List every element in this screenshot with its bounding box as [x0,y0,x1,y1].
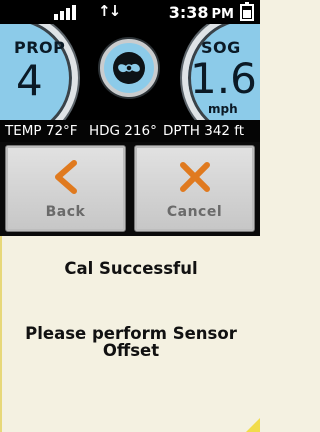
back-button-label: Back [45,204,86,220]
heading-readout: HDG 216° [89,123,157,139]
readout-strip: TEMP 72°F HDG 216° DPTH 342 ft [0,120,260,142]
corner-tab [246,418,260,432]
clock: 3:38 PM [169,3,234,22]
battery-icon [240,2,254,21]
cancel-button[interactable]: Cancel [134,145,255,232]
gauge-header: PROP 4 SOG 1.6 mph [0,24,260,120]
message-title: Cal Successful [64,259,198,278]
message-panel: Cal Successful Please perform Sensor Off… [0,236,260,432]
prop-label: PROP [14,38,66,57]
propeller-icon [113,52,145,84]
sog-unit: mph [208,102,238,116]
cancel-button-label: Cancel [166,204,223,220]
sog-value: 1.6 [190,54,257,103]
prop-value: 4 [16,56,43,105]
clock-time: 3:38 [168,3,209,22]
propeller-button[interactable] [100,39,158,97]
clock-ampm: PM [211,7,234,22]
back-button[interactable]: Back [5,145,126,232]
up-down-arrows-icon: ↑↓ [98,2,121,20]
message-body-line2: Offset [102,341,160,360]
device-screen: ↑↓ 3:38 PM PROP 4 SOG 1.6 mph TEMP 72°F … [0,0,260,432]
depth-readout: DPTH 342 ft [163,123,245,139]
temp-readout: TEMP 72°F [5,123,78,139]
close-x-icon [179,162,210,192]
prop-gauge[interactable]: PROP 4 [0,24,78,120]
message-body-line1: Please perform Sensor [25,324,237,343]
chevron-left-icon [54,160,77,194]
action-buttons: Back Cancel [0,142,260,236]
signal-bars-icon [54,4,84,20]
sog-gauge[interactable]: SOG 1.6 mph [182,24,260,120]
status-bar: ↑↓ 3:38 PM [0,0,260,24]
